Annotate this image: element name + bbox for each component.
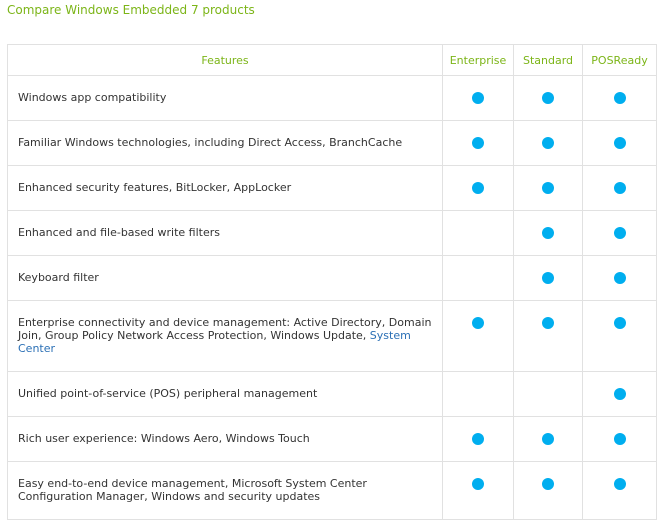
table-row: Enhanced security features, BitLocker, A… <box>7 165 657 211</box>
included-dot-icon <box>542 317 554 329</box>
table-row: Keyboard filter <box>7 255 657 301</box>
feature-label: Enhanced security features, BitLocker, A… <box>18 181 292 194</box>
standard-cell <box>513 371 583 417</box>
enterprise-cell <box>442 75 514 121</box>
posready-cell <box>582 371 657 417</box>
standard-cell <box>513 75 583 121</box>
table-row: Windows app compatibility <box>7 75 657 121</box>
feature-label: Familiar Windows technologies, including… <box>18 136 403 149</box>
feature-cell: Unified point-of-service (POS) periphera… <box>7 371 443 417</box>
feature-cell: Enhanced security features, BitLocker, A… <box>7 165 443 211</box>
feature-cell: Enterprise connectivity and device manag… <box>7 300 443 372</box>
table-row: Rich user experience: Windows Aero, Wind… <box>7 416 657 462</box>
included-dot-icon <box>613 317 626 329</box>
included-dot-icon <box>472 317 484 329</box>
included-dot-icon <box>542 137 554 149</box>
included-dot-icon <box>472 182 484 194</box>
included-dot-icon <box>613 388 626 400</box>
included-dot-icon <box>613 433 626 445</box>
feature-label: Windows app compatibility <box>18 91 167 104</box>
enterprise-cell <box>442 371 514 417</box>
included-dot-icon <box>613 137 626 149</box>
enterprise-cell <box>442 416 514 462</box>
table-row: Enterprise connectivity and device manag… <box>7 300 657 372</box>
included-dot-icon <box>613 182 626 194</box>
column-header-posready: POSReady <box>582 44 657 76</box>
included-dot-icon <box>542 227 554 239</box>
standard-cell <box>513 255 583 301</box>
column-header-enterprise: Enterprise <box>442 44 514 76</box>
table-row: Easy end-to-end device management, Micro… <box>7 461 657 520</box>
standard-cell <box>513 300 583 372</box>
included-dot-icon <box>472 478 484 490</box>
posready-cell <box>582 255 657 301</box>
feature-label: Enhanced and file-based write filters <box>18 226 220 239</box>
feature-label: Easy end-to-end device management, Micro… <box>18 477 367 503</box>
standard-cell <box>513 120 583 166</box>
column-header-features: Features <box>7 44 443 76</box>
included-dot-icon <box>472 92 484 104</box>
included-dot-icon <box>613 272 626 284</box>
standard-cell <box>513 461 583 520</box>
posready-cell <box>582 165 657 211</box>
included-dot-icon <box>542 92 554 104</box>
included-dot-icon <box>542 478 554 490</box>
posready-cell <box>582 461 657 520</box>
table-row: Enhanced and file-based write filters <box>7 210 657 256</box>
posready-cell <box>582 210 657 256</box>
feature-label: Rich user experience: Windows Aero, Wind… <box>18 432 310 445</box>
header-row: Features Enterprise Standard POSReady <box>7 44 657 76</box>
included-dot-icon <box>472 137 484 149</box>
included-dot-icon <box>472 433 484 445</box>
feature-cell: Easy end-to-end device management, Micro… <box>7 461 443 520</box>
enterprise-cell <box>442 210 514 256</box>
enterprise-cell <box>442 461 514 520</box>
enterprise-cell <box>442 165 514 211</box>
table-row: Unified point-of-service (POS) periphera… <box>7 371 657 417</box>
included-dot-icon <box>542 182 554 194</box>
standard-cell <box>513 210 583 256</box>
standard-cell <box>513 416 583 462</box>
feature-cell: Familiar Windows technologies, including… <box>7 120 443 166</box>
enterprise-cell <box>442 120 514 166</box>
column-header-standard: Standard <box>513 44 583 76</box>
comparison-table: Features Enterprise Standard POSReady Wi… <box>7 44 657 520</box>
posready-cell <box>582 120 657 166</box>
feature-cell: Windows app compatibility <box>7 75 443 121</box>
included-dot-icon <box>613 92 626 104</box>
page-title: Compare Windows Embedded 7 products <box>7 3 255 17</box>
feature-cell: Enhanced and file-based write filters <box>7 210 443 256</box>
included-dot-icon <box>613 478 626 490</box>
enterprise-cell <box>442 300 514 372</box>
included-dot-icon <box>542 433 554 445</box>
posready-cell <box>582 75 657 121</box>
feature-cell: Keyboard filter <box>7 255 443 301</box>
included-dot-icon <box>613 227 626 239</box>
feature-cell: Rich user experience: Windows Aero, Wind… <box>7 416 443 462</box>
feature-label: Unified point-of-service (POS) periphera… <box>18 387 318 400</box>
enterprise-cell <box>442 255 514 301</box>
table-row: Familiar Windows technologies, including… <box>7 120 657 166</box>
standard-cell <box>513 165 583 211</box>
feature-label: Keyboard filter <box>18 271 99 284</box>
included-dot-icon <box>542 272 554 284</box>
posready-cell <box>582 416 657 462</box>
posready-cell <box>582 300 657 372</box>
